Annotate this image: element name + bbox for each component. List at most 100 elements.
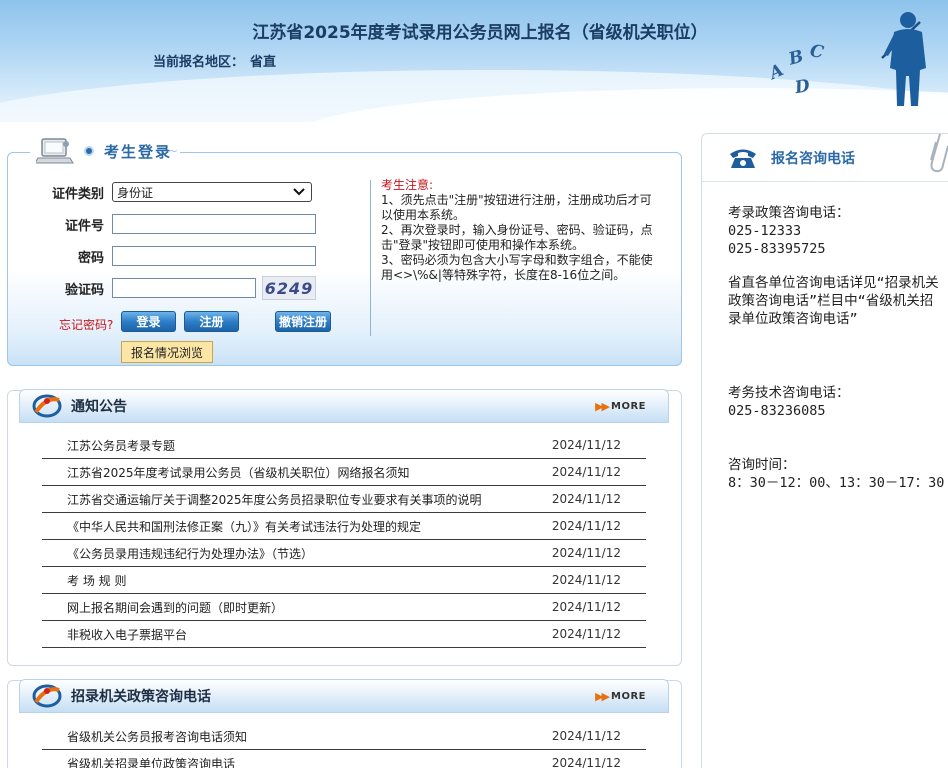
item-date: 2024/11/12 [551,627,621,641]
item-title[interactable]: 《公务员录用违规违纪行为处理办法》（节选） [67,545,313,562]
item-date: 2024/11/12 [551,465,621,479]
item-title[interactable]: 江苏省2025年度考试录用公务员（省级机关职位）网络报名须知 [67,464,410,481]
paperclip-icon [930,133,948,173]
abc-letter-c: C [808,40,826,64]
list-item[interactable]: 江苏省交通运输厅关于调整2025年度公务员招录职位专业要求有关事项的说明 2024… [42,486,646,513]
region-label: 当前报名地区： [153,55,245,70]
list-item[interactable]: 省级机关招录单位政策咨询电话 2024/11/12 [42,750,646,768]
item-date: 2024/11/12 [551,600,621,614]
announcements-section: 通知公告 ▶▶ MORE 江苏公务员考录专题 2024/11/12 江苏省2025… [7,389,682,666]
page-header: 江苏省2025年度考试录用公务员网上报名（省级机关职位） 当前报名地区： 省直 A… [0,0,948,122]
announcements-title: 通知公告 [71,399,127,415]
list-item[interactable]: 考 场 规 则 2024/11/12 [42,567,646,594]
captcha-image[interactable]: 6249 [262,276,316,300]
item-title[interactable]: 江苏省交通运输厅关于调整2025年度公务员招录职位专业要求有关事项的说明 [67,491,482,508]
consult-phone-title: 报名咨询电话 [771,150,855,167]
policy-phone-block: 考录政策咨询电话： 025-12333 025-83395725 [728,204,946,258]
cancel-register-button[interactable]: 撤销注册 [275,311,331,332]
login-title-tail: ~ [168,144,179,158]
list-item[interactable]: 省级机关公务员报考咨询电话须知 2024/11/12 [42,723,646,750]
captcha-label: 验证码 [64,282,104,298]
region-value: 省直 [250,55,277,70]
item-title[interactable]: 江苏公务员考录专题 [67,437,175,454]
login-title-bullet [84,146,94,156]
item-title[interactable]: 省级机关公务员报考咨询电话须知 [67,728,247,745]
announcements-list: 江苏公务员考录专题 2024/11/12 江苏省2025年度考试录用公务员（省级机… [42,432,646,648]
announcements-more-link[interactable]: ▶▶ MORE [595,400,646,413]
chevron-down-icon [293,188,305,196]
browse-status-button[interactable]: 报名情况浏览 [121,341,213,363]
id-number-label: 证件号 [64,218,104,234]
password-input[interactable] [112,246,316,266]
item-date: 2024/11/12 [551,438,621,452]
list-item[interactable]: 非税收入电子票据平台 2024/11/12 [42,621,646,648]
list-item[interactable]: 《中华人民共和国刑法修正案（九）》有关考试违法行为处理的规定 2024/11/12 [42,513,646,540]
announcements-header: 通知公告 ▶▶ MORE [19,389,669,423]
notice-line: 2、再次登录时，输入身份证号、密码、验证码，点击"登录"按钮即可使用和操作本系统… [381,223,653,252]
login-divider [370,180,371,336]
policy-phone-label: 考录政策咨询电话： [728,205,850,221]
id-type-value: 身份证 [117,185,154,200]
more-label: MORE [611,691,646,702]
item-title[interactable]: 考 场 规 则 [67,572,126,589]
businessman-figure-icon [881,12,926,106]
list-item[interactable]: 《公务员录用违规违纪行为处理办法》（节选） 2024/11/12 [42,540,646,567]
consult-phone-panel: 报名咨询电话 考录政策咨询电话： 025-12333 025-83395725 … [701,133,948,768]
tech-phone: 025-83236085 [728,403,826,419]
tech-phone-label: 考务技术咨询电话： [728,385,850,401]
password-row: 密码 [0,245,316,267]
more-label: MORE [611,401,646,412]
policy-header: 招录机关政策咨询电话 ▶▶ MORE [19,679,669,713]
notice-box: 考生注意: 1、须先点击"注册"按钮进行注册，注册成功后才可以使用本系统。 2、… [381,178,663,283]
item-title[interactable]: 省级机关招录单位政策咨询电话 [67,755,235,768]
list-item[interactable]: 江苏省2025年度考试录用公务员（省级机关职位）网络报名须知 2024/11/12 [42,459,646,486]
abc-letter-d: D [793,75,812,99]
item-date: 2024/11/12 [551,573,621,587]
item-date: 2024/11/12 [551,729,621,743]
policy-more-link[interactable]: ▶▶ MORE [595,690,646,703]
list-item[interactable]: 江苏公务员考录专题 2024/11/12 [42,432,646,459]
notice-line: 3、密码必须为包含大小写字母和数字组合，不能使用<>\%&|等特殊字符，长度在8… [381,253,653,282]
item-title[interactable]: 《中华人民共和国刑法修正案（九）》有关考试违法行为处理的规定 [67,518,421,535]
item-date: 2024/11/12 [551,492,621,506]
abc-letter-b: B [786,46,806,70]
login-title: 考生登录 [104,142,173,161]
item-date: 2024/11/12 [551,756,621,768]
register-button[interactable]: 注册 [184,311,239,332]
forgot-password-link[interactable]: 忘记密码? [59,316,113,333]
id-type-select[interactable]: 身份证 [112,182,312,202]
id-number-row: 证件号 [0,213,316,235]
captcha-row: 验证码 6249 [0,276,316,300]
page-title: 江苏省2025年度考试录用公务员网上报名（省级机关职位） [252,23,708,43]
item-title[interactable]: 网上报名期间会遇到的问题（即时更新） [67,599,283,616]
tech-phone-block: 考务技术咨询电话： 025-83236085 [728,384,946,420]
item-date: 2024/11/12 [551,546,621,560]
login-button[interactable]: 登录 [121,311,176,332]
hours-block: 咨询时间： 8：30－12：00、13：30－17：30 [728,456,946,492]
current-region: 当前报名地区： 省直 [153,51,276,70]
id-number-input[interactable] [112,214,316,234]
hours-value: 8：30－12：00、13：30－17：30 [728,475,945,491]
section-logo-icon [32,394,62,418]
units-phone-note: 省直各单位咨询电话详见“招录机关政策咨询电话”栏目中“省级机关招录单位政策咨询电… [728,275,939,327]
double-arrow-icon: ▶▶ [595,400,610,413]
notice-title: 考生注意: [381,178,434,192]
section-logo-icon [32,684,62,708]
id-type-row: 证件类别 身份证 [0,181,312,203]
double-arrow-icon: ▶▶ [595,690,610,703]
policy-list: 省级机关公务员报考咨询电话须知 2024/11/12 省级机关招录单位政策咨询电话… [42,723,646,768]
login-header: 考生登录 [30,136,181,166]
list-item[interactable]: 网上报名期间会遇到的问题（即时更新） 2024/11/12 [42,594,646,621]
telephone-icon [730,149,756,168]
policy-phone-1: 025-12333 [728,223,802,239]
item-date: 2024/11/12 [551,519,621,533]
laptop-icon [36,138,74,164]
captcha-input[interactable] [112,278,256,298]
notice-line: 1、须先点击"注册"按钮进行注册，注册成功后才可以使用本系统。 [381,193,652,222]
item-title[interactable]: 非税收入电子票据平台 [67,626,187,643]
policy-title: 招录机关政策咨询电话 [71,689,211,705]
id-type-label: 证件类别 [51,186,104,202]
password-label: 密码 [77,250,104,266]
hours-label: 咨询时间： [728,457,796,473]
consult-phone-header: 报名咨询电话 [702,134,948,182]
